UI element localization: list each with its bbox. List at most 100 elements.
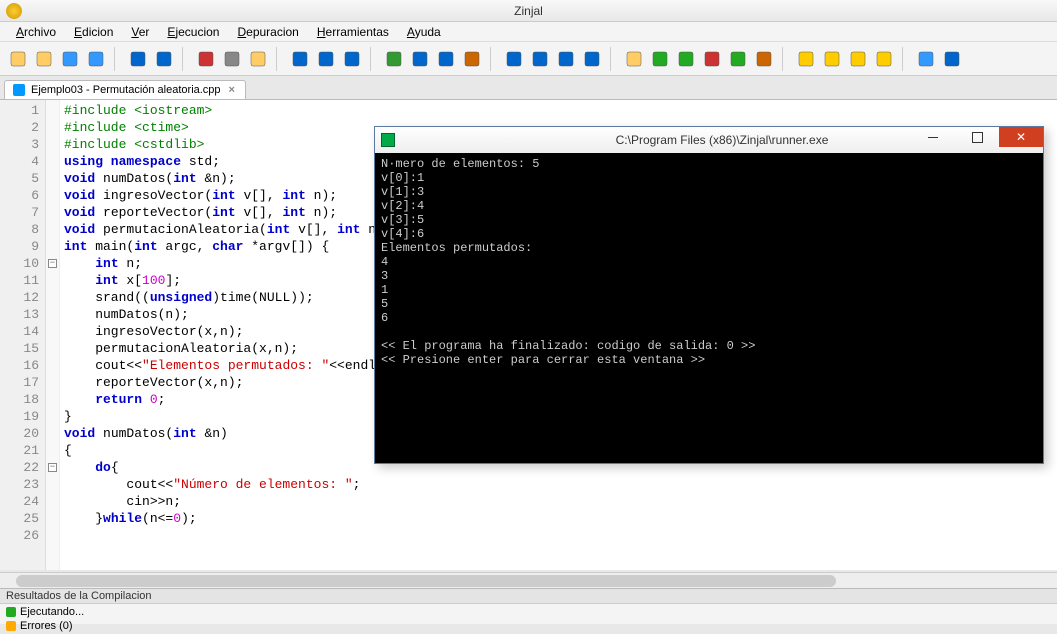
cut-button[interactable] <box>194 47 218 71</box>
fold-marker <box>46 136 59 153</box>
code-line[interactable]: cin>>n; <box>64 493 1057 510</box>
fold-marker <box>46 408 59 425</box>
line-number-gutter: 1234567891011121314151617181920212223242… <box>0 100 46 570</box>
console-output[interactable]: N·mero de elementos: 5 v[0]:1 v[1]:3 v[2… <box>375 153 1043 463</box>
line-number: 17 <box>0 374 39 391</box>
menu-ver[interactable]: Ver <box>123 23 157 41</box>
errors-label: Errores (0) <box>20 620 73 632</box>
line-number: 10 <box>0 255 39 272</box>
console-window[interactable]: C:\Program Files (x86)\Zinjal\runner.exe… <box>374 126 1044 464</box>
tool-mail-button[interactable] <box>872 47 896 71</box>
code-line[interactable]: cout<<"Número de elementos: "; <box>64 476 1057 493</box>
minimize-button[interactable] <box>911 127 955 147</box>
find-button[interactable] <box>288 47 312 71</box>
line-number: 11 <box>0 272 39 289</box>
debug-button[interactable] <box>674 47 698 71</box>
fold-marker <box>46 527 59 544</box>
close-button[interactable]: ✕ <box>999 127 1043 147</box>
toolbar-separator <box>276 47 282 71</box>
fold-marker <box>46 425 59 442</box>
fold-marker <box>46 153 59 170</box>
toolbar-separator <box>610 47 616 71</box>
fold-marker <box>46 238 59 255</box>
tool-a-button[interactable] <box>794 47 818 71</box>
line-number: 25 <box>0 510 39 527</box>
fold-marker <box>46 204 59 221</box>
indent-left-button[interactable] <box>408 47 432 71</box>
tool-c-button[interactable] <box>846 47 870 71</box>
fold-marker <box>46 289 59 306</box>
fold-marker <box>46 323 59 340</box>
app-title: Zinjal <box>514 4 543 18</box>
menu-archivo[interactable]: Archivo <box>8 23 64 41</box>
stop-button[interactable] <box>700 47 724 71</box>
compilation-panel: Resultados de la Compilacion Ejecutando.… <box>0 588 1057 624</box>
preproc-button[interactable] <box>460 47 484 71</box>
menu-herramientas[interactable]: Herramientas <box>309 23 397 41</box>
cpp-file-icon <box>13 84 25 96</box>
save-all-button[interactable] <box>84 47 108 71</box>
new-file-button[interactable] <box>6 47 30 71</box>
undo-button[interactable] <box>126 47 150 71</box>
toolbar-separator <box>490 47 496 71</box>
maximize-button[interactable] <box>955 127 999 147</box>
help-button[interactable] <box>914 47 938 71</box>
line-number: 8 <box>0 221 39 238</box>
fold-marker <box>46 442 59 459</box>
paste-button[interactable] <box>246 47 270 71</box>
bookmark-clear-button[interactable] <box>580 47 604 71</box>
toolbar-separator <box>902 47 908 71</box>
step-button[interactable] <box>726 47 750 71</box>
bookmark-next-button[interactable] <box>554 47 578 71</box>
fold-marker <box>46 306 59 323</box>
file-tab[interactable]: Ejemplo03 - Permutación aleatoria.cpp × <box>4 80 246 99</box>
errors-item[interactable]: Errores (0) <box>6 619 1051 633</box>
tool-b-button[interactable] <box>820 47 844 71</box>
menu-ayuda[interactable]: Ayuda <box>399 23 449 41</box>
open-folder-button[interactable] <box>32 47 56 71</box>
menu-depuracion[interactable]: Depuracion <box>229 23 306 41</box>
breakpoint-button[interactable] <box>752 47 776 71</box>
app-titlebar: Zinjal <box>0 0 1057 22</box>
running-item[interactable]: Ejecutando... <box>6 605 1051 619</box>
compile-button[interactable] <box>622 47 646 71</box>
fold-marker <box>46 391 59 408</box>
tab-bar: Ejemplo03 - Permutación aleatoria.cpp × <box>0 76 1057 100</box>
console-icon <box>381 133 395 147</box>
fold-marker[interactable]: − <box>46 255 59 272</box>
tab-label: Ejemplo03 - Permutación aleatoria.cpp <box>31 84 221 96</box>
find-next-button[interactable] <box>340 47 364 71</box>
line-number: 21 <box>0 442 39 459</box>
redo-button[interactable] <box>152 47 176 71</box>
toolbar-separator <box>370 47 376 71</box>
copy-button[interactable] <box>220 47 244 71</box>
line-number: 2 <box>0 119 39 136</box>
run-button[interactable] <box>648 47 672 71</box>
find-prev-button[interactable] <box>314 47 338 71</box>
fold-marker <box>46 170 59 187</box>
line-number: 13 <box>0 306 39 323</box>
code-line[interactable]: #include <iostream> <box>64 102 1057 119</box>
toggle-comment-button[interactable] <box>382 47 406 71</box>
fold-marker <box>46 221 59 238</box>
line-number: 15 <box>0 340 39 357</box>
console-titlebar[interactable]: C:\Program Files (x86)\Zinjal\runner.exe… <box>375 127 1043 153</box>
zoom-button[interactable] <box>940 47 964 71</box>
horizontal-scrollbar[interactable] <box>0 572 1057 588</box>
menu-edicion[interactable]: Edicion <box>66 23 121 41</box>
bookmark-prev-button[interactable] <box>528 47 552 71</box>
scrollbar-thumb[interactable] <box>16 575 836 587</box>
line-number: 12 <box>0 289 39 306</box>
bookmark-list-button[interactable] <box>502 47 526 71</box>
menu-ejecucion[interactable]: Ejecucion <box>159 23 227 41</box>
compilation-header: Resultados de la Compilacion <box>0 589 1057 604</box>
fold-column[interactable]: −− <box>46 100 60 570</box>
fold-marker[interactable]: − <box>46 459 59 476</box>
line-number: 3 <box>0 136 39 153</box>
line-number: 18 <box>0 391 39 408</box>
indent-right-button[interactable] <box>434 47 458 71</box>
code-line[interactable]: }while(n<=0); <box>64 510 1057 527</box>
line-number: 7 <box>0 204 39 221</box>
save-button[interactable] <box>58 47 82 71</box>
tab-close-button[interactable]: × <box>227 84 237 96</box>
